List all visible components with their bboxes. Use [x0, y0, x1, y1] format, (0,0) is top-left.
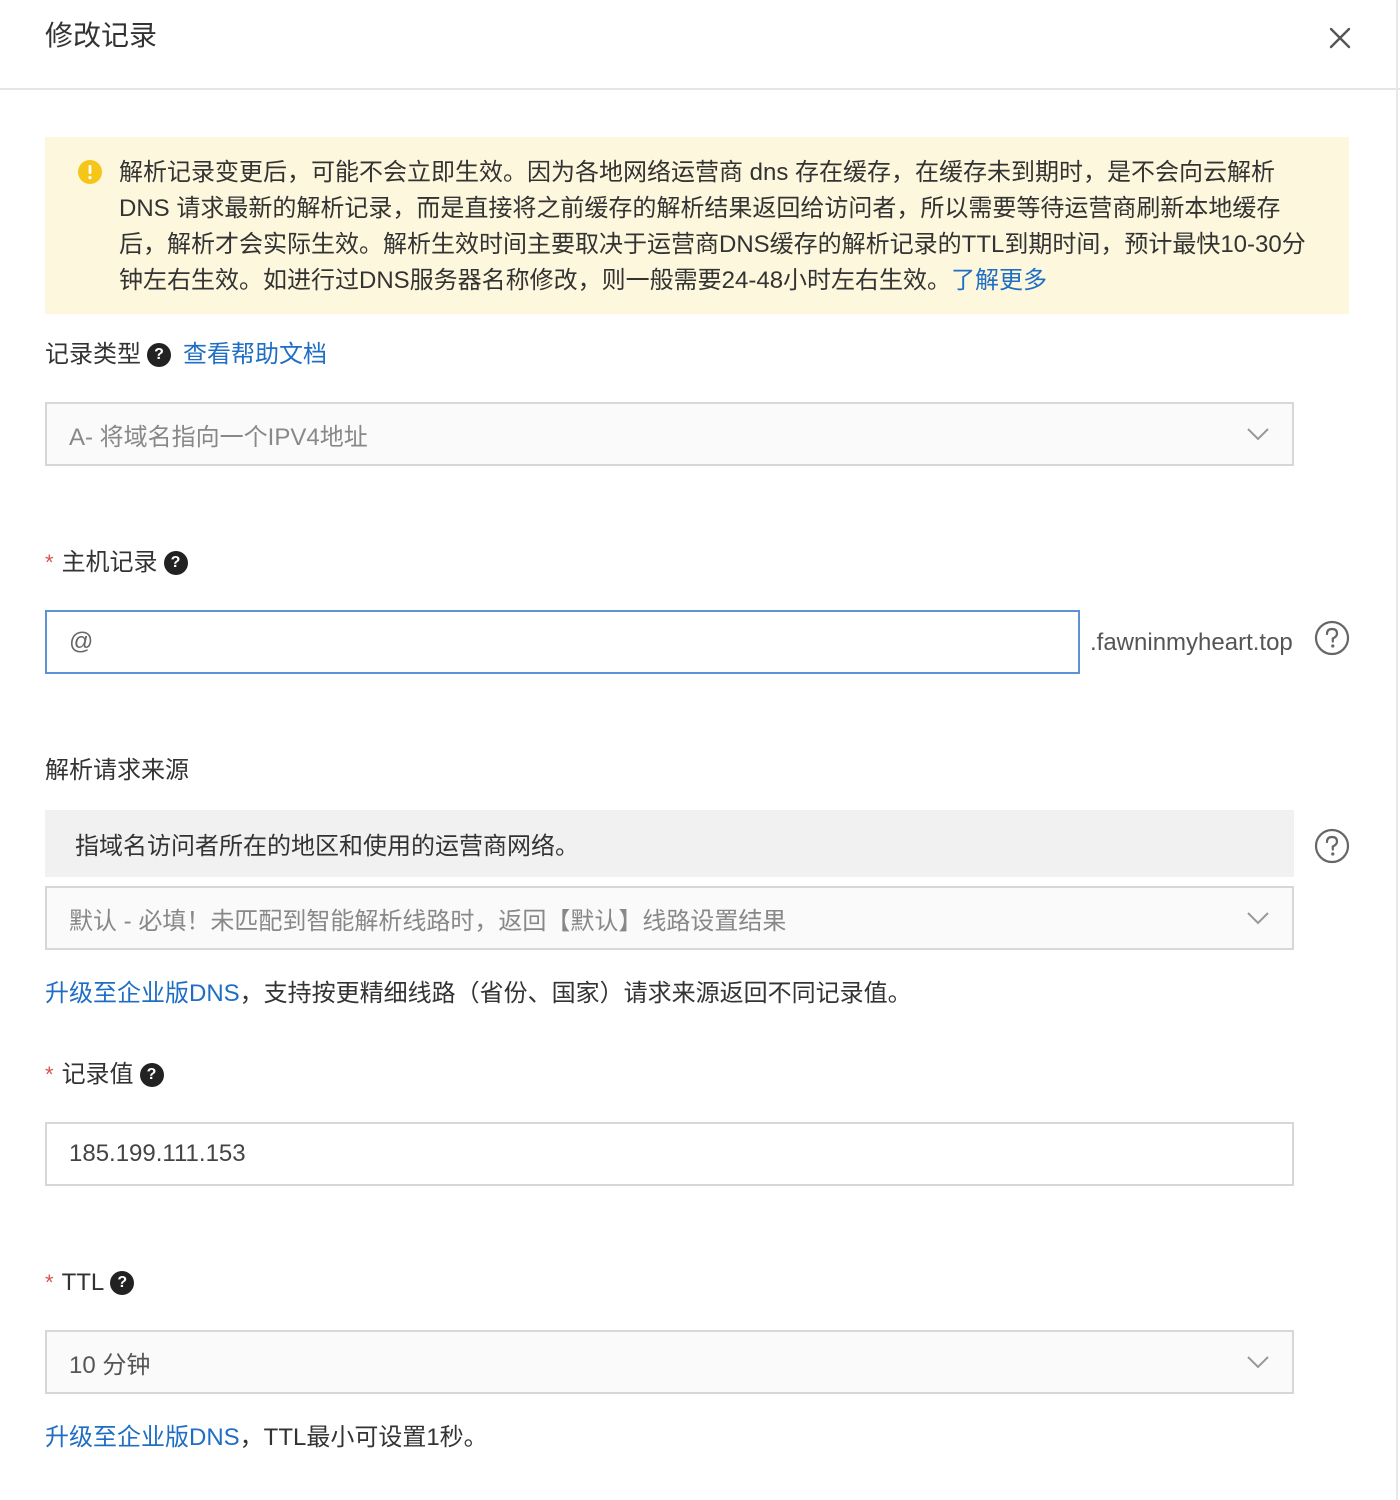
source-select[interactable]: 默认 - 必填！未匹配到智能解析线路时，返回【默认】线路设置结果 [45, 886, 1294, 950]
source-hint: 指域名访问者所在的地区和使用的运营商网络。 [45, 810, 1294, 877]
help-circle-icon[interactable] [1314, 828, 1350, 864]
source-upgrade-text: ，支持按更精细线路（省份、国家）请求来源返回不同记录值。 [239, 980, 912, 1007]
help-circle-icon[interactable] [1314, 620, 1350, 656]
required-mark: * [45, 1270, 54, 1295]
scrollbar-track[interactable] [1396, 0, 1398, 1500]
notice-text: 解析记录变更后，可能不会立即生效。因为各地网络运营商 dns 存在缓存，在缓存未… [119, 155, 1319, 299]
source-value: 默认 - 必填！未匹配到智能解析线路时，返回【默认】线路设置结果 [69, 907, 787, 935]
notice-body: 解析记录变更后，可能不会立即生效。因为各地网络运营商 dns 存在缓存，在缓存未… [119, 159, 1306, 294]
record-value-text: 185.199.111.153 [69, 1140, 246, 1167]
question-badge-icon[interactable]: ? [163, 551, 188, 575]
host-record-value: @ [69, 628, 94, 655]
source-label: 解析请求来源 [45, 757, 189, 784]
required-mark: * [45, 1062, 54, 1087]
record-type-value: A- 将域名指向一个IPV4地址 [69, 423, 368, 451]
learn-more-link[interactable]: 了解更多 [951, 267, 1047, 294]
upgrade-link[interactable]: 升级至企业版DNS [45, 980, 240, 1007]
ttl-label-row: * TTL ? [45, 1266, 135, 1300]
source-hint-text: 指域名访问者所在的地区和使用的运营商网络。 [75, 833, 579, 860]
header-divider [0, 88, 1400, 90]
chevron-down-icon [1247, 428, 1269, 441]
record-value-input[interactable]: 185.199.111.153 [45, 1122, 1294, 1186]
question-badge-icon[interactable]: ? [110, 1271, 135, 1295]
ttl-upgrade-text: ，TTL最小可设置1秒。 [239, 1424, 488, 1451]
help-doc-link[interactable]: 查看帮助文档 [183, 338, 327, 372]
record-value-label: 记录值 [61, 1061, 134, 1088]
ttl-upgrade-row: 升级至企业版DNS，TTL最小可设置1秒。 [45, 1421, 488, 1455]
record-type-label-row: 记录类型 ? 查看帮助文档 [45, 338, 327, 372]
warning-icon [78, 160, 102, 184]
host-record-label: 主机记录 [61, 549, 158, 576]
question-badge-icon[interactable]: ? [139, 1063, 164, 1087]
close-icon [1329, 27, 1351, 49]
chevron-down-icon [1247, 912, 1269, 925]
upgrade-link[interactable]: 升级至企业版DNS [45, 1424, 240, 1451]
ttl-label: TTL [61, 1269, 105, 1296]
close-button[interactable] [1318, 18, 1362, 58]
host-record-input[interactable]: @ [45, 610, 1080, 674]
question-badge-icon[interactable]: ? [147, 343, 171, 367]
record-type-label: 记录类型 [45, 341, 141, 368]
domain-suffix: .fawninmyheart.top [1090, 629, 1293, 656]
record-value-label-row: * 记录值 ? [45, 1058, 164, 1092]
ttl-value: 10 分钟 [69, 1351, 151, 1379]
chevron-down-icon [1247, 1356, 1269, 1369]
ttl-select[interactable]: 10 分钟 [45, 1330, 1294, 1394]
host-record-label-row: * 主机记录 ? [45, 546, 188, 580]
record-type-select[interactable]: A- 将域名指向一个IPV4地址 [45, 402, 1294, 466]
required-mark: * [45, 550, 54, 575]
source-upgrade-row: 升级至企业版DNS，支持按更精细线路（省份、国家）请求来源返回不同记录值。 [45, 977, 912, 1011]
dialog-title: 修改记录 [45, 20, 158, 51]
